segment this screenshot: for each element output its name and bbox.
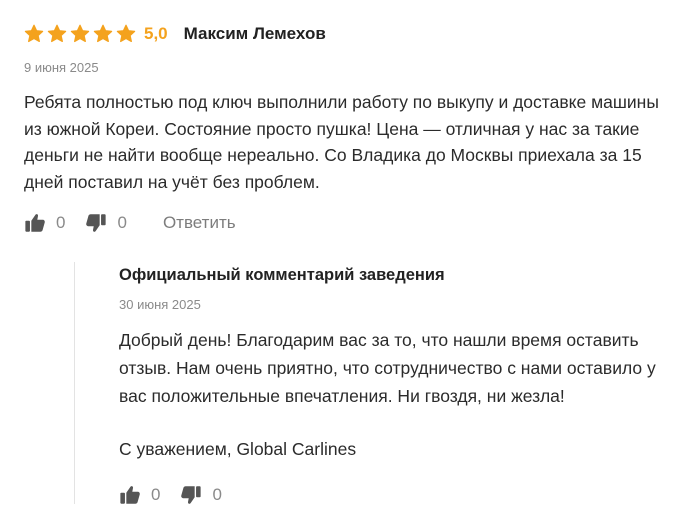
- star-icon: [47, 24, 67, 43]
- official-reply-text: Добрый день! Благодарим вас за то, что н…: [119, 330, 656, 406]
- review-header: 5,0 Максим Лемехов: [24, 20, 654, 48]
- thumbs-up-icon: [25, 214, 45, 232]
- thumbs-down-icon: [181, 486, 202, 504]
- official-reply-actions: 0 0: [119, 481, 664, 509]
- dislike-button[interactable]: 0: [85, 212, 127, 234]
- reply-button[interactable]: Ответить: [163, 213, 236, 233]
- official-like-count: 0: [151, 485, 161, 504]
- official-reply: Официальный комментарий заведения 30 июн…: [74, 262, 664, 504]
- like-count: 0: [56, 213, 66, 232]
- review-text: Ребята полностью под ключ выполнили рабо…: [24, 92, 659, 192]
- official-dislike-count: 0: [212, 485, 222, 504]
- official-reply-title: Официальный комментарий заведения: [119, 266, 445, 284]
- like-button[interactable]: 0: [24, 212, 65, 234]
- star-icon: [116, 24, 136, 43]
- star-icon: [93, 24, 113, 43]
- rating-stars: [24, 24, 136, 44]
- official-like-button[interactable]: 0: [119, 484, 160, 506]
- review-actions: 0 0 Ответить: [24, 209, 654, 237]
- official-reply-signature: С уважением, Global Carlines: [119, 439, 357, 459]
- rating-value: 5,0: [144, 24, 168, 43]
- official-reply-date: 30 июня 2025: [119, 297, 201, 312]
- author-name[interactable]: Максим Лемехов: [184, 24, 326, 44]
- dislike-count: 0: [117, 213, 127, 232]
- thumbs-down-icon: [86, 214, 107, 232]
- official-dislike-button[interactable]: 0: [180, 484, 222, 506]
- thumbs-up-icon: [120, 486, 140, 504]
- star-icon: [24, 24, 44, 43]
- official-reply-body: Добрый день! Благодарим вас за то, что н…: [119, 326, 674, 463]
- review-card: 5,0 Максим Лемехов 9 июня 2025 Ребята по…: [24, 20, 659, 237]
- review-date: 9 июня 2025: [24, 60, 99, 75]
- star-icon: [70, 24, 90, 43]
